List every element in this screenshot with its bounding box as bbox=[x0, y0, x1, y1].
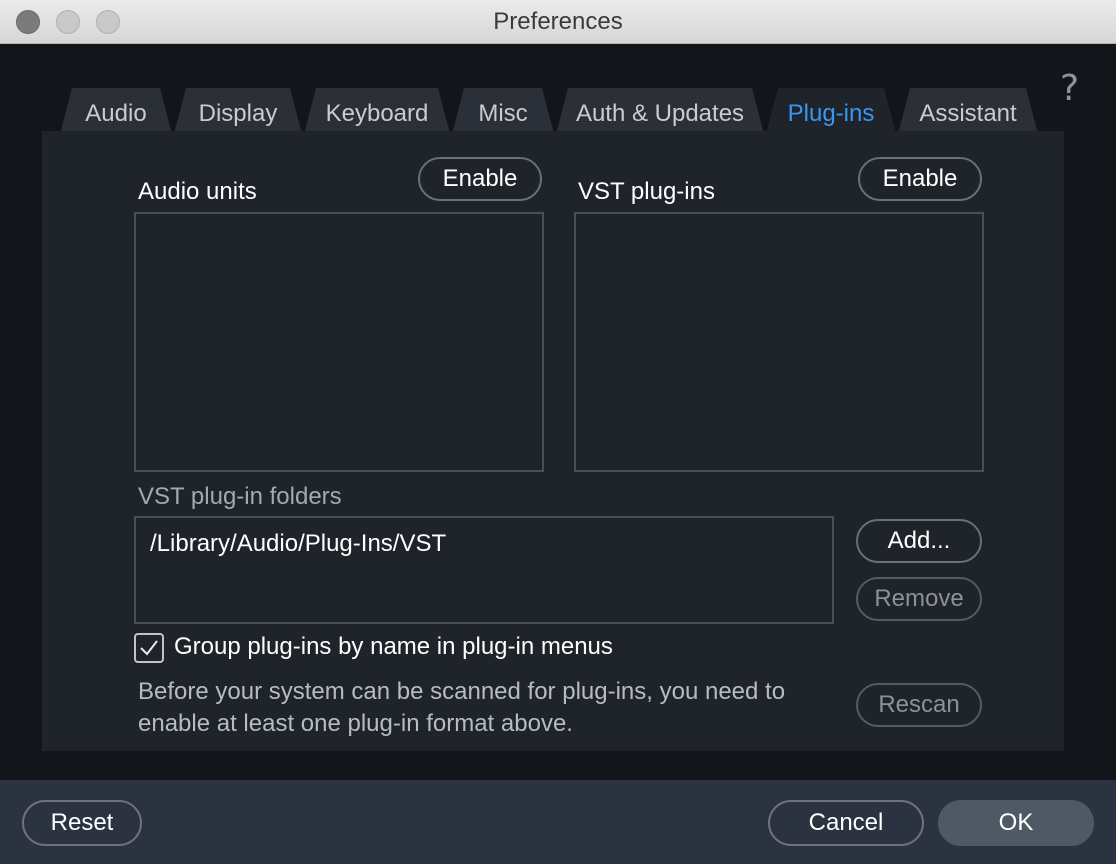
tab-plug-ins[interactable]: Plug-ins bbox=[766, 88, 896, 134]
group-by-name-label: Group plug-ins by name in plug-in menus bbox=[174, 633, 613, 660]
ok-button[interactable]: OK bbox=[938, 800, 1094, 846]
title-bar: Preferences bbox=[0, 0, 1116, 44]
scan-info-line-1: Before your system can be scanned for pl… bbox=[138, 678, 786, 705]
audio-units-label: Audio units bbox=[138, 178, 257, 205]
checkmark-icon bbox=[140, 640, 158, 656]
folder-path-item[interactable]: /Library/Audio/Plug-Ins/VST bbox=[150, 530, 446, 558]
scan-info-text: Before your system can be scanned for pl… bbox=[138, 676, 838, 740]
vst-plugins-list[interactable] bbox=[574, 212, 984, 472]
vst-plugins-label: VST plug-ins bbox=[578, 178, 715, 205]
audio-units-enable-button[interactable]: Enable bbox=[418, 157, 542, 201]
tab-display[interactable]: Display bbox=[174, 88, 302, 134]
reset-button[interactable]: Reset bbox=[22, 800, 142, 846]
tab-misc[interactable]: Misc bbox=[452, 88, 554, 134]
help-icon[interactable]: ? bbox=[1060, 68, 1079, 109]
window-title: Preferences bbox=[493, 8, 623, 35]
audio-units-list[interactable] bbox=[134, 212, 544, 472]
cancel-button[interactable]: Cancel bbox=[768, 800, 924, 846]
tab-keyboard[interactable]: Keyboard bbox=[304, 88, 450, 134]
add-folder-button[interactable]: Add... bbox=[856, 519, 982, 563]
rescan-button[interactable]: Rescan bbox=[856, 683, 982, 727]
tab-assistant[interactable]: Assistant bbox=[898, 88, 1038, 134]
tab-audio[interactable]: Audio bbox=[60, 88, 172, 134]
tab-auth-updates[interactable]: Auth & Updates bbox=[556, 88, 764, 134]
vst-folders-list[interactable]: /Library/Audio/Plug-Ins/VST bbox=[134, 516, 834, 624]
remove-folder-button[interactable]: Remove bbox=[856, 577, 982, 621]
group-by-name-checkbox[interactable] bbox=[134, 633, 164, 663]
vst-folders-label: VST plug-in folders bbox=[138, 483, 342, 510]
vst-plugins-enable-button[interactable]: Enable bbox=[858, 157, 982, 201]
scan-info-line-2: enable at least one plug-in format above… bbox=[138, 710, 573, 737]
